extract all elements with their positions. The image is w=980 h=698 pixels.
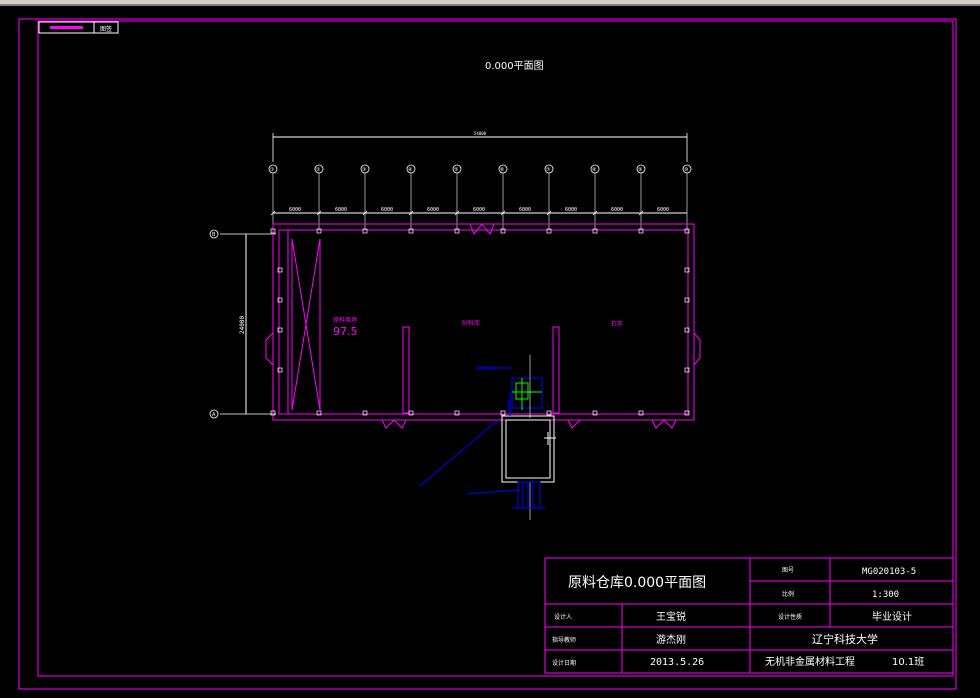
cad-drawing-canvas[interactable]: 图签 0.000平面图 54000 ①②③④⑤⑥⑦⑧⑨⑩ 6000 6000 600… [0,0,980,698]
depth-dimension: 24000 [239,316,246,334]
title-major: 无机非金属材料工程 [765,655,855,668]
pipe-label: 1700.00 [476,366,497,372]
pipe-label-2: 2400 [507,400,513,412]
title-drawing-name: 原料仓库0.000平面图 [568,575,706,591]
title-designer: 王宝锐 [656,610,686,623]
axis-label: ① [270,167,275,173]
title-advisor: 游杰刚 [656,633,686,646]
small-tab-label: 图签 [100,25,112,33]
bay-dimension: 6000 [565,207,577,213]
sheet-inner-border [37,20,954,677]
title-university: 辽宁科技大学 [812,632,878,646]
row-label-a: A [212,412,216,418]
title-project-type-label: 设计性质 [778,613,802,621]
bay-dimension: 6000 [611,207,623,213]
elevation-label: 97.5 [333,325,358,338]
row-label-b: B [212,232,216,238]
axis-label: ⑥ [500,167,505,173]
bay-dimension: 6000 [381,207,393,213]
sheet-outer-border [18,18,957,690]
bay-dimension: 6000 [657,207,669,213]
axis-label: ⑩ [684,167,689,173]
axis-label: ⑤ [454,167,458,173]
title-drawing-no-label: 图号 [782,567,794,574]
title-project-type: 毕业设计 [872,610,912,623]
title-date-label: 设计日期 [552,659,576,667]
title-drawing-no: MG020103-5 [862,567,916,577]
bay-dimension: 6000 [427,207,439,213]
axis-label: ⑨ [638,167,642,173]
overall-dimension: 54000 [474,131,487,136]
axis-label: ⑧ [592,167,597,173]
building-walls [265,223,701,429]
axis-label: ④ [408,167,413,173]
title-scale: 1:300 [872,590,899,600]
axis-label: ③ [362,167,366,173]
axis-grid: ① ② ③ ④ ⑤ ⑥ ⑦ ⑧ ⑨ ⑩ [268,164,692,230]
title-designer-label: 设计人 [554,613,572,621]
bay-dimensions: 6000 6000 6000 6000 6000 6000 6000 6000 6000 [270,207,669,216]
axis-label: ⑦ [546,167,551,173]
room-label-lime: 石灰 [611,320,623,328]
leader-line-1 [419,419,499,487]
room-label-raw-yard: 原料堆场 [333,316,357,324]
bay-dimension: 6000 [289,207,301,213]
bay-dimension: 6000 [335,207,347,213]
tab-fill [50,26,83,29]
leader-line-2 [465,489,521,495]
axis-label: ② [316,167,321,173]
title-class: 10.1班 [892,656,924,668]
drawing-title: 0.000平面图 [485,60,544,72]
room-label-sand: 砂料库 [462,319,480,327]
annex-room [476,355,556,520]
bay-dimension: 6000 [473,207,485,213]
title-advisor-label: 指导教师 [552,636,576,644]
bay-dimension: 6000 [519,207,531,213]
title-date: 2013.5.26 [650,657,704,668]
title-scale-label: 比例 [782,590,794,598]
